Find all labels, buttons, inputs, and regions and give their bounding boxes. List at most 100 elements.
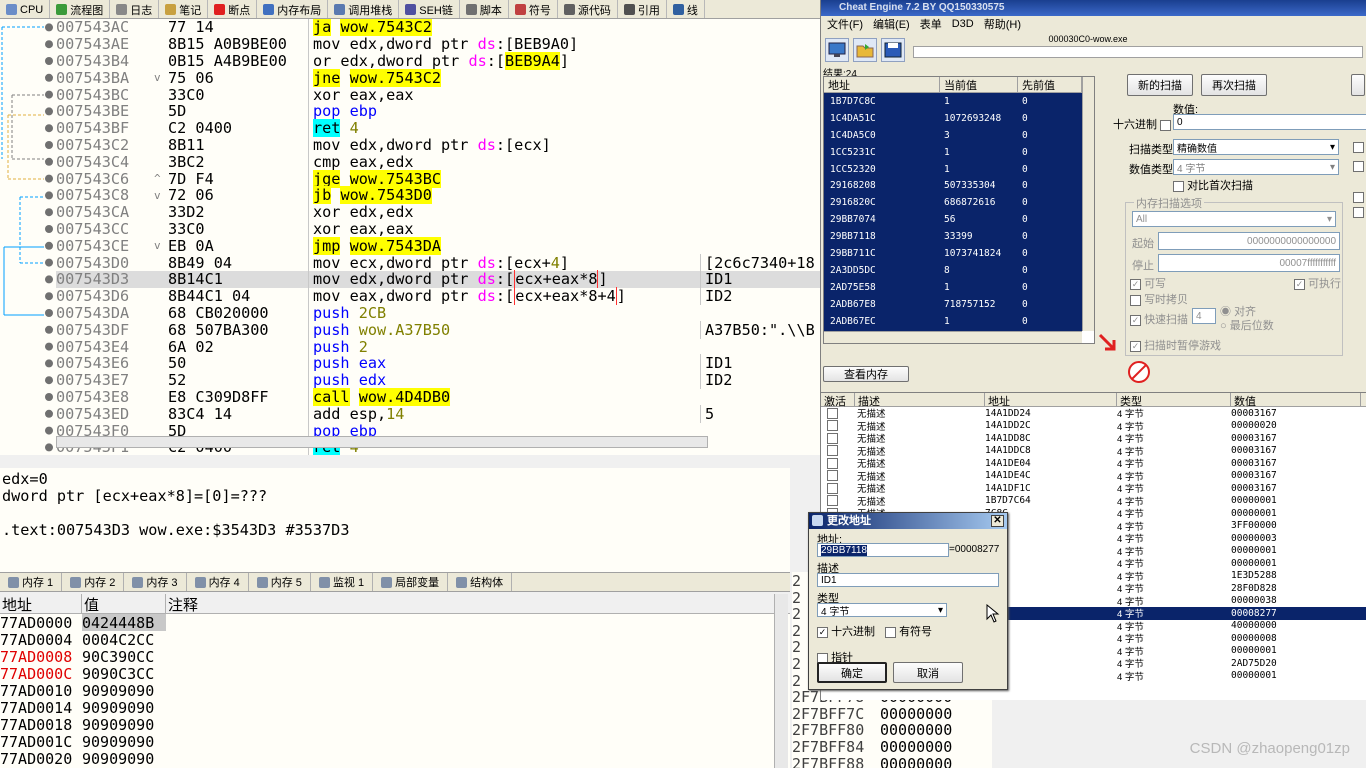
disasm-row[interactable]: 007543E6 50 push eax ID1 [56,354,820,373]
address-row[interactable]: 无描述 14A1DD2C 4 字节 00000020 [821,420,1366,433]
breakpoint-toggle-icon[interactable] [45,23,53,32]
dialog-cancel-button[interactable]: 取消 [893,662,963,683]
pause-game-checkbox[interactable]: ✓ [1130,340,1141,352]
last-digits-radio[interactable]: ○ [1220,320,1227,332]
breakpoint-toggle-icon[interactable] [45,157,53,166]
address-header-cell[interactable]: 激活 [821,393,855,408]
results-vertical-scrollbar[interactable] [1082,77,1094,331]
breakpoint-toggle-icon[interactable] [45,325,53,334]
dump-row[interactable]: 77AD0018 90909090 [0,716,790,734]
scan-type-select[interactable]: 精确数值 ▾ [1173,139,1339,155]
menu-item[interactable]: 帮助(H) [984,16,1021,32]
disasm-row[interactable]: 007543DF 68 507BA300 push wow.A37B50 A37B50… [56,320,820,339]
breakpoint-toggle-icon[interactable] [45,292,53,301]
stop-button[interactable] [1127,360,1151,387]
disasm-row[interactable]: 007543BE 5D pop ebp [56,102,820,121]
tab-source[interactable]: 源代码 [558,0,618,18]
disassembly-view[interactable]: 007543AC 77 14 ja wow.7543C2 007543AE 8B15 A… [0,19,820,455]
dialog-signed-checkbox[interactable] [885,626,896,638]
start-address-input[interactable]: 0000000000000000 [1158,232,1340,250]
results-header-cell[interactable]: 先前值 [1018,77,1082,92]
breakpoint-toggle-icon[interactable] [45,73,53,82]
stack-row[interactable]: 2F7BFF7C 00000000 [792,705,992,723]
side-checkbox[interactable] [1353,142,1364,153]
result-row[interactable]: 1CC52320 1 0 [824,161,1082,178]
close-icon[interactable]: ✕ [991,515,1004,527]
result-row[interactable]: 1C4DA51C 1072693248 0 [824,110,1082,127]
disasm-row[interactable]: 007543AE 8B15 A0B9BE00 mov edx,dword ptr d… [56,35,820,54]
dialog-hex-row[interactable]: ✓ 十六进制 [817,623,875,639]
value-input[interactable]: 0 [1173,114,1366,130]
add-to-list-button[interactable] [1097,332,1119,357]
compare-first-checkbox[interactable] [1173,180,1184,192]
side-checkbox[interactable] [1353,192,1364,203]
active-checkbox[interactable] [827,470,838,482]
breakpoint-toggle-icon[interactable] [45,90,53,99]
tab-内存1[interactable]: 内存 1 [0,573,63,591]
breakpoint-toggle-icon[interactable] [45,191,53,200]
tab-内存5[interactable]: 内存 5 [249,573,311,591]
dump-row[interactable]: 77AD0004 0004C2CC [0,631,790,649]
address-row[interactable]: 无描述 1B7D7C64 4 字节 00000001 [821,495,1366,508]
tab-script[interactable]: 脚本 [460,0,509,18]
writable-row[interactable]: ✓ 可写 [1130,275,1166,291]
memory-dump-view[interactable]: 地址 值 注释 77AD0000 0424448B 77AD0004 0004C2CC… [0,594,790,768]
undo-scan-button[interactable] [1351,74,1365,96]
next-scan-button[interactable]: 再次扫描 [1201,74,1267,96]
dialog-signed-row[interactable]: 有符号 [885,623,932,639]
active-checkbox[interactable] [827,445,838,457]
result-row[interactable]: 2ADB67EC 1 0 [824,313,1082,330]
dump-row[interactable]: 77AD0014 90909090 [0,699,790,717]
active-checkbox[interactable] [827,407,838,419]
dialog-description-input[interactable]: ID1 [817,573,999,587]
address-header-cell[interactable]: 描述 [855,393,985,408]
result-row[interactable]: 29168208 507335304 0 [824,177,1082,194]
scan-results-list[interactable]: 地址 当前值 先前值 1B7D7C8C 1 0 1C4DA51C 1072693248 0 1C… [823,76,1095,344]
value-type-select[interactable]: 4 字节 ▾ [1173,159,1339,175]
address-row[interactable]: 无描述 14A1DE4C 4 字节 00003167 [821,470,1366,483]
breakpoint-toggle-icon[interactable] [45,141,53,149]
dump-vertical-scrollbar[interactable] [774,594,788,768]
disasm-row[interactable]: 007543ED 83C4 14 add esp,14 5 [56,404,820,423]
tab-内存2[interactable]: 内存 2 [62,573,125,591]
breakpoint-toggle-icon[interactable] [45,208,53,217]
executable-checkbox[interactable]: ✓ [1294,278,1305,290]
menu-item[interactable]: 文件(F) [827,16,863,32]
result-row[interactable]: 1C4DA5C0 3 0 [824,127,1082,144]
menu-item[interactable]: 表单 [920,16,942,32]
disasm-row[interactable]: 007543D0 8B49 04 mov ecx,dword ptr ds:[ecx… [56,253,820,272]
breakpoint-toggle-icon[interactable] [45,426,53,435]
hex-checkbox-row[interactable]: 十六进制 [1113,116,1172,132]
disasm-row[interactable]: 007543BC 33C0 xor eax,eax [56,85,820,104]
save-button[interactable] [881,38,905,62]
writable-checkbox[interactable]: ✓ [1130,278,1141,290]
side-checkbox[interactable] [1353,161,1364,172]
address-header-cell[interactable]: 数值 [1231,393,1361,408]
stack-row[interactable]: 2F7BFF88 00000000 [792,755,992,768]
result-row[interactable]: 29BB7118 33399 0 [824,228,1082,245]
dialog-address-input[interactable]: 29BB7118 [817,543,949,557]
compare-first-row[interactable]: 对比首次扫描 [1173,177,1253,193]
dialog-type-select[interactable]: 4 字节 ▾ [817,603,947,618]
stop-address-input[interactable]: 00007fffffffffff [1158,254,1340,272]
dump-row[interactable]: 77AD0010 90909090 [0,682,790,700]
results-header-cell[interactable]: 当前值 [940,77,1018,92]
disasm-row[interactable]: 007543E7 52 push edx ID2 [56,371,820,390]
tab-notes[interactable]: 笔记 [159,0,209,18]
breakpoint-toggle-icon[interactable] [45,409,53,418]
breakpoint-toggle-icon[interactable] [45,57,53,65]
dump-rows[interactable]: 77AD0000 0424448B 77AD0004 0004C2CC 77AD0008… [0,614,790,768]
breakpoint-toggle-icon[interactable] [45,443,53,452]
breakpoint-toggle-icon[interactable] [45,342,53,351]
menu-item[interactable]: 编辑(E) [873,16,910,32]
open-process-button[interactable] [825,38,849,62]
pause-game-row[interactable]: ✓ 扫描时暂停游戏 [1130,337,1221,353]
breakpoint-toggle-icon[interactable] [45,124,53,133]
result-row[interactable]: 2A3DD5DC 8 0 [824,262,1082,279]
active-checkbox[interactable] [827,482,838,494]
result-row[interactable]: 2ADB67E8 718757152 0 [824,296,1082,313]
disasm-row[interactable]: 007543E4 6A 02 push 2 [56,337,820,356]
fast-scan-row[interactable]: ✓ 快速扫描 [1130,311,1188,327]
tab-监视1[interactable]: 监视 1 [311,573,374,591]
results-body[interactable]: 1B7D7C8C 1 0 1C4DA51C 1072693248 0 1C4DA5C0 3 0 1… [824,93,1082,331]
